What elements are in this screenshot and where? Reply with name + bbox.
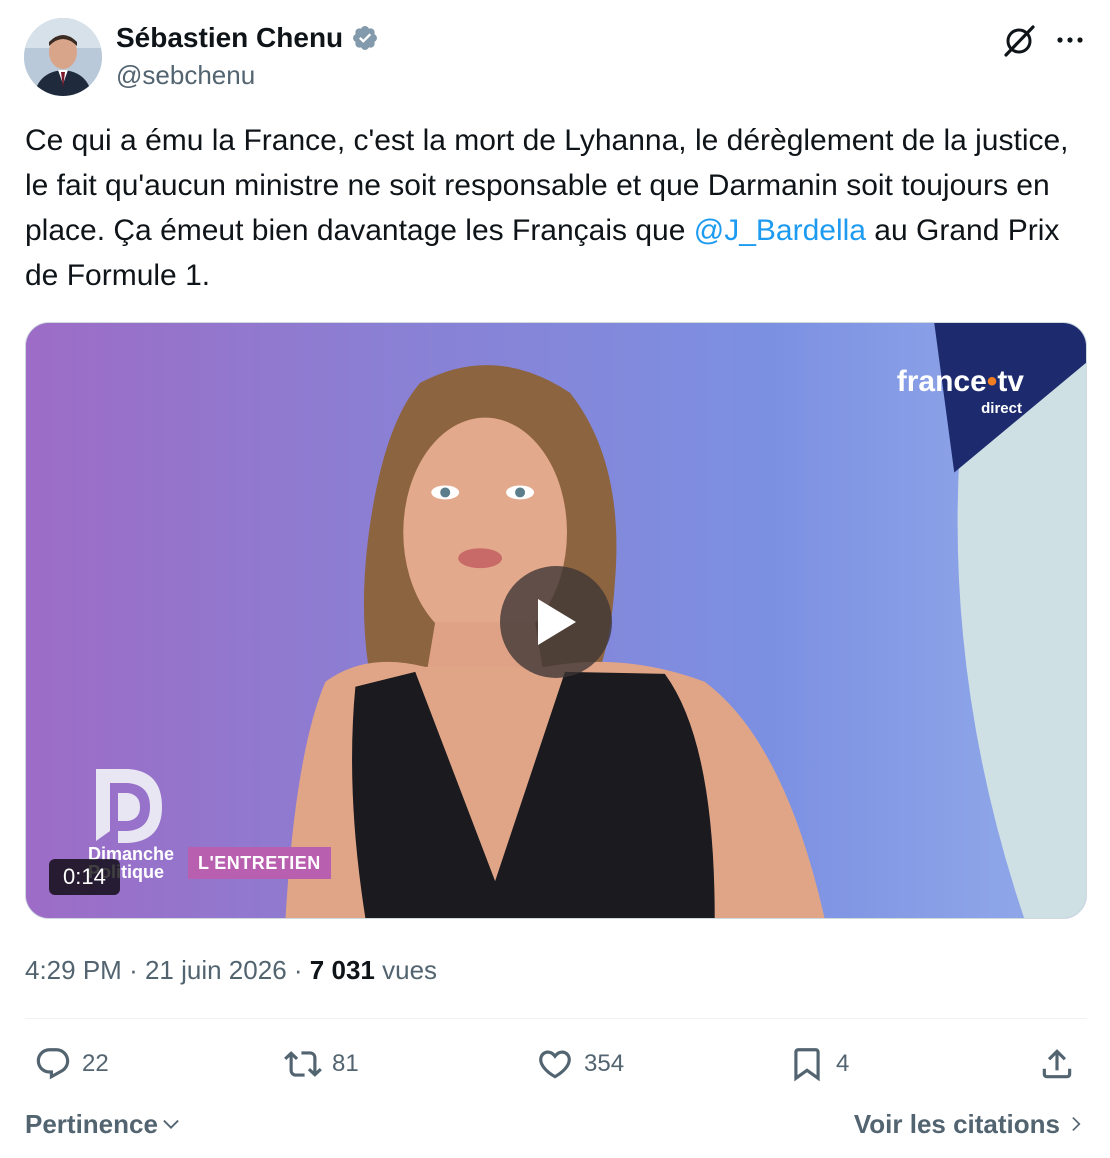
more-options-icon[interactable] [1052, 22, 1088, 58]
heart-icon [539, 1050, 571, 1079]
like-button[interactable]: 354 [536, 1042, 624, 1086]
share-button[interactable] [1038, 1042, 1076, 1086]
broadcaster-logo: france•tv [896, 365, 1024, 398]
reply-button[interactable]: 22 [34, 1042, 109, 1086]
tweet-date[interactable]: 21 juin 2026 [145, 955, 287, 985]
views-count: 7 031 [309, 955, 375, 985]
retweet-icon [284, 1051, 322, 1077]
retweet-button[interactable]: 81 [284, 1042, 359, 1086]
avatar[interactable] [24, 18, 102, 96]
bookmark-count: 4 [836, 1050, 850, 1077]
verified-badge-icon [353, 26, 378, 50]
reply-count: 22 [82, 1050, 109, 1077]
play-button[interactable] [500, 566, 612, 678]
chevron-down-icon [163, 1119, 179, 1129]
like-count: 354 [584, 1050, 625, 1077]
author-handle[interactable]: @sebchenu [116, 58, 255, 92]
divider [25, 1018, 1087, 1019]
play-icon [538, 599, 576, 645]
reply-icon [36, 1048, 70, 1080]
tweet-meta: 4:29 PM · 21 juin 2026 · 7 031 vues [25, 955, 438, 985]
sort-label: Pertinence [25, 1109, 158, 1139]
tweet-text: Ce qui a ému la France, c'est la mort de… [25, 118, 1085, 298]
broadcaster-sub: direct [981, 400, 1022, 417]
bookmark-button[interactable]: 4 [788, 1042, 849, 1086]
mention-link[interactable]: @J_Bardella [694, 214, 866, 247]
view-quotes-link[interactable]: Voir les citations [854, 1106, 1086, 1142]
share-icon [1042, 1049, 1072, 1079]
grok-icon[interactable] [1000, 22, 1038, 60]
video-duration: 0:14 [49, 859, 120, 895]
author-name-text[interactable]: Sébastien Chenu [116, 20, 343, 56]
retweet-count: 81 [332, 1050, 359, 1077]
author-name[interactable]: Sébastien Chenu [116, 20, 379, 56]
segment-badge: L'ENTRETIEN [188, 847, 331, 879]
bookmark-icon [794, 1048, 820, 1082]
views-label: vues [382, 955, 438, 985]
sort-dropdown[interactable]: Pertinence [25, 1106, 182, 1142]
show-logo-icon [96, 769, 162, 843]
video-player[interactable]: france•tv direct Dimanche Politique L'EN… [25, 322, 1087, 919]
chevron-right-icon [1072, 1116, 1081, 1132]
quotes-label: Voir les citations [853, 1109, 1060, 1139]
tweet-time[interactable]: 4:29 PM [25, 955, 122, 985]
